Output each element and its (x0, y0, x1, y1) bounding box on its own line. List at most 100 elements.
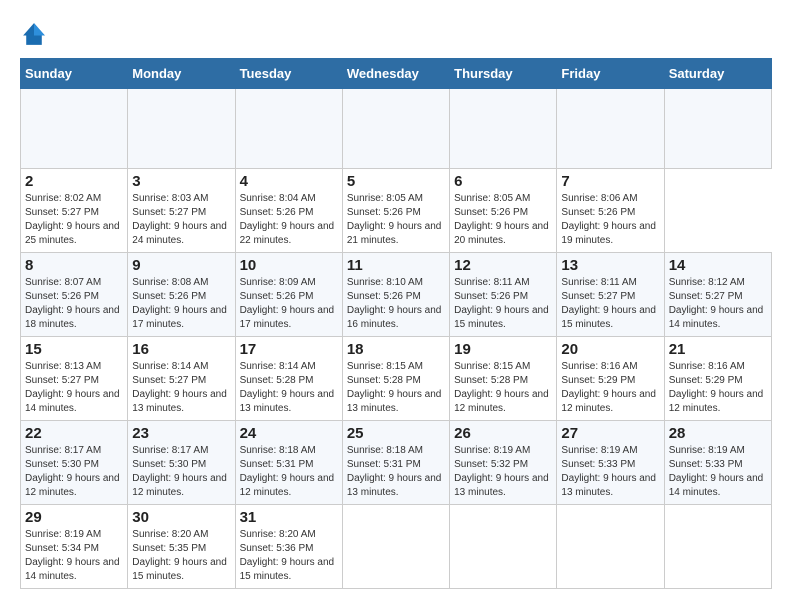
calendar-cell (557, 505, 664, 589)
calendar-cell: 14 Sunrise: 8:12 AMSunset: 5:27 PMDayligh… (664, 253, 771, 337)
day-info: Sunrise: 8:18 AMSunset: 5:31 PMDaylight:… (240, 444, 338, 500)
calendar-cell: 31 Sunrise: 8:20 AMSunset: 5:36 PMDayligh… (235, 505, 342, 589)
day-info: Sunrise: 8:06 AMSunset: 5:26 PMDaylight:… (561, 192, 659, 248)
calendar-cell: 22 Sunrise: 8:17 AMSunset: 5:30 PMDayligh… (21, 421, 128, 505)
day-number: 30 (132, 509, 230, 526)
day-number: 29 (25, 509, 123, 526)
day-info: Sunrise: 8:11 AMSunset: 5:27 PMDaylight:… (561, 276, 659, 332)
calendar-week-row: 29 Sunrise: 8:19 AMSunset: 5:34 PMDayligh… (21, 505, 772, 589)
day-number: 21 (669, 341, 767, 358)
day-info: Sunrise: 8:12 AMSunset: 5:27 PMDaylight:… (669, 276, 767, 332)
calendar-cell: 23 Sunrise: 8:17 AMSunset: 5:30 PMDayligh… (128, 421, 235, 505)
day-number: 3 (132, 173, 230, 190)
calendar-cell (235, 89, 342, 169)
calendar-cell: 3 Sunrise: 8:03 AMSunset: 5:27 PMDaylight… (128, 169, 235, 253)
calendar-cell (664, 505, 771, 589)
header-friday: Friday (557, 59, 664, 89)
calendar-cell: 16Sunrise: 8:14 AMSunset: 5:27 PMDayligh… (128, 337, 235, 421)
calendar-cell: 13 Sunrise: 8:11 AMSunset: 5:27 PMDayligh… (557, 253, 664, 337)
day-info: Sunrise: 8:17 AMSunset: 5:30 PMDaylight:… (132, 444, 230, 500)
day-info: Sunrise: 8:13 AMSunset: 5:27 PMDaylight:… (25, 360, 123, 416)
calendar-cell: 18Sunrise: 8:15 AMSunset: 5:28 PMDayligh… (342, 337, 449, 421)
day-number: 13 (561, 257, 659, 274)
day-info: Sunrise: 8:14 AMSunset: 5:27 PMDaylight:… (132, 360, 230, 416)
day-number: 18 (347, 341, 445, 358)
calendar-cell: 19 Sunrise: 8:15 AMSunset: 5:28 PMDayligh… (450, 337, 557, 421)
calendar-cell (450, 89, 557, 169)
day-info: Sunrise: 8:10 AMSunset: 5:26 PMDaylight:… (347, 276, 445, 332)
calendar-cell (664, 89, 771, 169)
day-info: Sunrise: 8:19 AMSunset: 5:33 PMDaylight:… (669, 444, 767, 500)
day-info: Sunrise: 8:07 AMSunset: 5:26 PMDaylight:… (25, 276, 123, 332)
header-tuesday: Tuesday (235, 59, 342, 89)
calendar-cell (450, 505, 557, 589)
calendar-cell: 27 Sunrise: 8:19 AMSunset: 5:33 PMDayligh… (557, 421, 664, 505)
calendar-cell: 6 Sunrise: 8:05 AMSunset: 5:26 PMDaylight… (450, 169, 557, 253)
calendar-week-row (21, 89, 772, 169)
day-number: 19 (454, 341, 552, 358)
calendar-week-row: 22 Sunrise: 8:17 AMSunset: 5:30 PMDayligh… (21, 421, 772, 505)
day-number: 31 (240, 509, 338, 526)
calendar-cell: 20 Sunrise: 8:16 AMSunset: 5:29 PMDayligh… (557, 337, 664, 421)
day-number: 15 (25, 341, 123, 358)
calendar-cell (21, 89, 128, 169)
day-number: 20 (561, 341, 659, 358)
calendar-cell: 11Sunrise: 8:10 AMSunset: 5:26 PMDayligh… (342, 253, 449, 337)
day-number: 2 (25, 173, 123, 190)
day-info: Sunrise: 8:02 AMSunset: 5:27 PMDaylight:… (25, 192, 123, 248)
day-info: Sunrise: 8:09 AMSunset: 5:26 PMDaylight:… (240, 276, 338, 332)
day-number: 24 (240, 425, 338, 442)
calendar-cell: 2 Sunrise: 8:02 AMSunset: 5:27 PMDaylight… (21, 169, 128, 253)
header-wednesday: Wednesday (342, 59, 449, 89)
day-number: 4 (240, 173, 338, 190)
day-info: Sunrise: 8:19 AMSunset: 5:34 PMDaylight:… (25, 528, 123, 584)
logo-icon (20, 20, 48, 48)
calendar-cell: 29 Sunrise: 8:19 AMSunset: 5:34 PMDayligh… (21, 505, 128, 589)
day-info: Sunrise: 8:15 AMSunset: 5:28 PMDaylight:… (454, 360, 552, 416)
day-info: Sunrise: 8:17 AMSunset: 5:30 PMDaylight:… (25, 444, 123, 500)
calendar-table: SundayMondayTuesdayWednesdayThursdayFrid… (20, 58, 772, 589)
day-info: Sunrise: 8:16 AMSunset: 5:29 PMDaylight:… (561, 360, 659, 416)
calendar-week-row: 8 Sunrise: 8:07 AMSunset: 5:26 PMDaylight… (21, 253, 772, 337)
day-info: Sunrise: 8:03 AMSunset: 5:27 PMDaylight:… (132, 192, 230, 248)
day-number: 22 (25, 425, 123, 442)
calendar-cell (342, 505, 449, 589)
day-number: 5 (347, 173, 445, 190)
calendar-cell: 17Sunrise: 8:14 AMSunset: 5:28 PMDayligh… (235, 337, 342, 421)
calendar-cell: 21Sunrise: 8:16 AMSunset: 5:29 PMDayligh… (664, 337, 771, 421)
calendar-cell: 28Sunrise: 8:19 AMSunset: 5:33 PMDayligh… (664, 421, 771, 505)
day-info: Sunrise: 8:18 AMSunset: 5:31 PMDaylight:… (347, 444, 445, 500)
day-info: Sunrise: 8:05 AMSunset: 5:26 PMDaylight:… (347, 192, 445, 248)
day-info: Sunrise: 8:20 AMSunset: 5:36 PMDaylight:… (240, 528, 338, 584)
day-number: 6 (454, 173, 552, 190)
day-info: Sunrise: 8:08 AMSunset: 5:26 PMDaylight:… (132, 276, 230, 332)
calendar-cell (128, 89, 235, 169)
day-number: 26 (454, 425, 552, 442)
calendar-cell: 7 Sunrise: 8:06 AMSunset: 5:26 PMDaylight… (557, 169, 664, 253)
day-info: Sunrise: 8:05 AMSunset: 5:26 PMDaylight:… (454, 192, 552, 248)
calendar-week-row: 15 Sunrise: 8:13 AMSunset: 5:27 PMDayligh… (21, 337, 772, 421)
day-info: Sunrise: 8:04 AMSunset: 5:26 PMDaylight:… (240, 192, 338, 248)
calendar-week-row: 2 Sunrise: 8:02 AMSunset: 5:27 PMDaylight… (21, 169, 772, 253)
day-number: 7 (561, 173, 659, 190)
calendar-cell: 25 Sunrise: 8:18 AMSunset: 5:31 PMDayligh… (342, 421, 449, 505)
day-number: 25 (347, 425, 445, 442)
calendar-cell: 9 Sunrise: 8:08 AMSunset: 5:26 PMDaylight… (128, 253, 235, 337)
header-saturday: Saturday (664, 59, 771, 89)
calendar-cell: 12Sunrise: 8:11 AMSunset: 5:26 PMDayligh… (450, 253, 557, 337)
calendar-cell: 24 Sunrise: 8:18 AMSunset: 5:31 PMDayligh… (235, 421, 342, 505)
day-info: Sunrise: 8:19 AMSunset: 5:33 PMDaylight:… (561, 444, 659, 500)
day-number: 9 (132, 257, 230, 274)
day-number: 23 (132, 425, 230, 442)
calendar-cell (557, 89, 664, 169)
calendar-cell: 30 Sunrise: 8:20 AMSunset: 5:35 PMDayligh… (128, 505, 235, 589)
day-info: Sunrise: 8:19 AMSunset: 5:32 PMDaylight:… (454, 444, 552, 500)
day-number: 14 (669, 257, 767, 274)
day-info: Sunrise: 8:14 AMSunset: 5:28 PMDaylight:… (240, 360, 338, 416)
calendar-cell: 8 Sunrise: 8:07 AMSunset: 5:26 PMDaylight… (21, 253, 128, 337)
calendar-cell: 15 Sunrise: 8:13 AMSunset: 5:27 PMDayligh… (21, 337, 128, 421)
day-number: 8 (25, 257, 123, 274)
day-info: Sunrise: 8:20 AMSunset: 5:35 PMDaylight:… (132, 528, 230, 584)
day-number: 27 (561, 425, 659, 442)
calendar-cell: 10Sunrise: 8:09 AMSunset: 5:26 PMDayligh… (235, 253, 342, 337)
